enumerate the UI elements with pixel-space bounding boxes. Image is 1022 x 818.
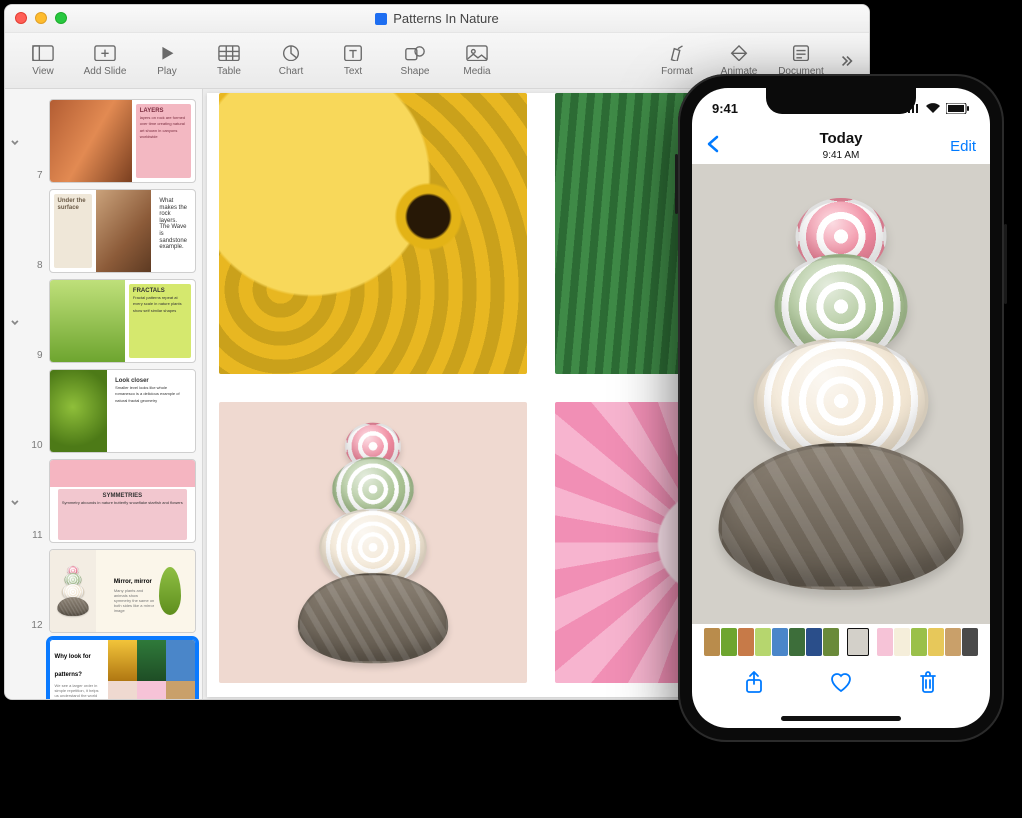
slide-thumbnail-9[interactable]: FRACTALSFractal patterns repeat at every…: [49, 279, 196, 363]
slide-number: 11: [29, 530, 43, 541]
slide-thumbnail-12[interactable]: Mirror, mirrorMany plants and animals sh…: [49, 549, 196, 633]
view-icon: [32, 44, 54, 62]
add-slide-icon: [94, 44, 116, 62]
iphone-screen: 9:41 Today 9:41 AM Edit: [692, 88, 990, 728]
window-minimize-button[interactable]: [35, 12, 47, 24]
slide-number: 7: [29, 170, 43, 181]
slide-image-shell-stack[interactable]: [219, 402, 527, 683]
slide-number: 12: [29, 620, 43, 631]
photo-shell-stack: [719, 198, 964, 590]
edit-button[interactable]: Edit: [940, 138, 976, 155]
slide-image-honeycomb[interactable]: [219, 93, 527, 374]
toolbar-text[interactable]: Text: [327, 37, 379, 85]
toolbar-add-slide-label: Add Slide: [84, 66, 127, 77]
photos-toolbar: [692, 660, 990, 708]
toolbar-play-label: Play: [157, 66, 176, 77]
traffic-lights: [15, 12, 67, 24]
trash-button[interactable]: [910, 670, 946, 699]
toolbar-play[interactable]: Play: [141, 37, 193, 85]
nav-title-text: Today: [819, 130, 862, 147]
shell-stack-illustration: [298, 422, 449, 663]
disclosure-chevron-icon[interactable]: [9, 135, 21, 147]
slide-thumbnail-10[interactable]: Look closerSmaller level looks like whol…: [49, 369, 196, 453]
toolbar-format-label: Format: [661, 66, 693, 77]
chart-icon: [280, 44, 302, 62]
document-title: Patterns In Nature: [375, 11, 499, 26]
play-icon: [156, 44, 178, 62]
slide-number: 8: [29, 260, 43, 271]
animate-icon: [728, 44, 750, 62]
format-icon: [666, 44, 688, 62]
shape-icon: [404, 44, 426, 62]
window-zoom-button[interactable]: [55, 12, 67, 24]
toolbar-media[interactable]: Media: [451, 37, 503, 85]
status-time: 9:41: [712, 101, 738, 116]
toolbar-text-label: Text: [344, 66, 362, 77]
nav-subtitle: 9:41 AM: [823, 150, 860, 161]
text-icon: [342, 44, 364, 62]
toolbar-view-label: View: [32, 66, 54, 77]
toolbar-table-label: Table: [217, 66, 241, 77]
toolbar-media-label: Media: [463, 66, 490, 77]
battery-icon: [946, 103, 970, 114]
toolbar-table[interactable]: Table: [203, 37, 255, 85]
slide-number: 10: [29, 440, 43, 451]
home-indicator[interactable]: [692, 708, 990, 728]
toolbar-shape-label: Shape: [401, 66, 430, 77]
keynote-doc-icon: [375, 13, 387, 25]
photo-viewer[interactable]: [692, 164, 990, 624]
slide-thumbnail-8[interactable]: Under the surface What makes the rock la…: [49, 189, 196, 273]
favorite-button[interactable]: [823, 671, 859, 698]
share-button[interactable]: [736, 670, 772, 699]
slide-thumbnail-7[interactable]: LAYERSlayers on rock are formed over tim…: [49, 99, 196, 183]
window-close-button[interactable]: [15, 12, 27, 24]
media-icon: [466, 44, 488, 62]
document-icon: [790, 44, 812, 62]
table-icon: [218, 44, 240, 62]
wifi-icon: [925, 103, 941, 114]
window-titlebar[interactable]: Patterns In Nature: [5, 5, 869, 33]
toolbar-add-slide[interactable]: Add Slide: [79, 37, 131, 85]
toolbar-chart-label: Chart: [279, 66, 303, 77]
nav-title: Today 9:41 AM: [819, 131, 862, 161]
iphone-device: 9:41 Today 9:41 AM Edit: [678, 74, 1004, 742]
back-button[interactable]: [706, 135, 742, 157]
toolbar-chart[interactable]: Chart: [265, 37, 317, 85]
disclosure-chevron-icon[interactable]: [9, 495, 21, 507]
toolbar-format[interactable]: Format: [651, 37, 703, 85]
toolbar-shape[interactable]: Shape: [389, 37, 441, 85]
photo-scrubber[interactable]: [692, 624, 990, 660]
toolbar-view[interactable]: View: [17, 37, 69, 85]
photos-nav-bar: Today 9:41 AM Edit: [692, 128, 990, 164]
slide-thumbnail-11[interactable]: SYMMETRIESSymmetry abounds in nature but…: [49, 459, 196, 543]
document-title-text: Patterns In Nature: [393, 11, 499, 26]
slide-thumbnail-13-selected[interactable]: Why look for patterns? We see a larger o…: [49, 639, 196, 699]
slide-navigator[interactable]: 7 LAYERSlayers on rock are formed over t…: [5, 89, 203, 699]
slide-number: 9: [29, 350, 43, 361]
iphone-notch: [766, 88, 916, 114]
disclosure-chevron-icon[interactable]: [9, 315, 21, 327]
